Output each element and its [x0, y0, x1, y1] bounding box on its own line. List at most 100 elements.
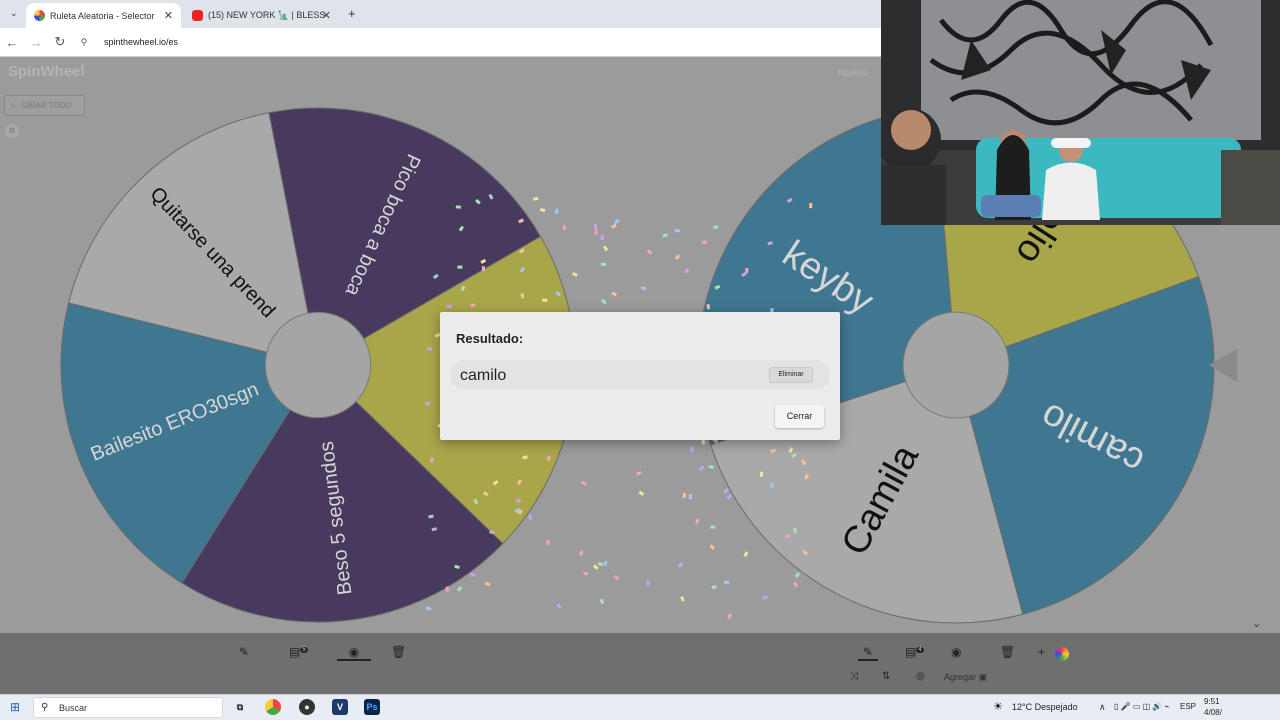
confetti-piece: [762, 595, 769, 600]
forward-icon[interactable]: →: [24, 35, 48, 50]
confetti-piece: [469, 572, 476, 578]
confetti-piece: [580, 480, 587, 486]
confetti-piece: [636, 470, 642, 476]
webcam-image: [881, 0, 1280, 225]
new-button[interactable]: Nuevo: [838, 68, 867, 79]
tab-ruleta[interactable]: Ruleta Aleatoria - Selector ✕: [26, 3, 181, 28]
edit-icon[interactable]: ✎: [239, 645, 249, 659]
confetti-piece: [455, 205, 462, 209]
confetti-piece: [594, 229, 598, 235]
language-indicator[interactable]: ESP: [1180, 702, 1196, 711]
result-dialog: Resultado: camilo Eliminar Cerrar: [440, 312, 840, 440]
confetti-piece: [760, 471, 764, 477]
search-input[interactable]: ⚲ Buscar: [33, 697, 223, 718]
target-icon[interactable]: ◎: [916, 671, 925, 682]
confetti-piece: [532, 197, 539, 201]
close-tab-icon[interactable]: ✕: [164, 9, 173, 22]
confetti-piece: [593, 223, 598, 229]
close-button[interactable]: Cerrar: [775, 405, 824, 428]
confetti-piece: [743, 551, 749, 557]
new-tab-button[interactable]: +: [348, 6, 356, 21]
youtube-icon: [192, 10, 203, 21]
confetti-piece: [723, 488, 729, 494]
confetti-piece: [484, 581, 491, 587]
wheel-center[interactable]: [902, 311, 1010, 419]
photoshop-icon[interactable]: Ps: [364, 699, 380, 715]
color-palette-icon[interactable]: [1055, 647, 1069, 661]
dialog-title: Resultado:: [456, 331, 524, 346]
hide-icon[interactable]: ◉: [951, 645, 961, 659]
vegas-icon[interactable]: V: [332, 699, 348, 715]
confetti-piece: [603, 560, 608, 567]
clock-time[interactable]: 9:51: [1204, 697, 1220, 706]
confetti-piece: [640, 286, 647, 291]
clipboard-icon[interactable]: ▤ 5: [289, 645, 308, 659]
confetti-piece: [561, 224, 567, 231]
result-row: camilo Eliminar: [450, 360, 830, 390]
clipboard-icon[interactable]: ▤ 4: [905, 645, 924, 659]
image-icon: ▣: [978, 672, 988, 682]
confetti-piece: [546, 540, 550, 546]
chevron-down-icon[interactable]: ⌄: [1252, 617, 1261, 630]
confetti-piece: [611, 291, 617, 297]
confetti-piece: [695, 518, 700, 525]
obs-icon[interactable]: ●: [299, 699, 315, 715]
add-icon[interactable]: +: [1038, 645, 1045, 659]
shuffle-icon[interactable]: ⤨: [850, 671, 858, 682]
weather-text[interactable]: 12°C Despejado: [1012, 702, 1078, 712]
confetti-piece: [602, 245, 609, 252]
delete-button[interactable]: Eliminar: [769, 367, 813, 383]
settings-icon[interactable]: ⚙: [5, 124, 19, 138]
confetti-piece: [684, 267, 690, 274]
task-view-icon[interactable]: ⧉: [232, 699, 248, 715]
sort-icon[interactable]: ⇅: [882, 671, 890, 682]
confetti-piece: [723, 580, 730, 585]
confetti-piece: [646, 580, 650, 586]
add-label: Agregar: [944, 672, 977, 682]
confetti-piece: [554, 208, 559, 215]
confetti-piece: [611, 223, 617, 229]
clock-date[interactable]: 4/08/: [1204, 708, 1222, 717]
confetti-piece: [571, 271, 578, 277]
windows-start-icon[interactable]: ⊞: [10, 700, 20, 714]
add-button[interactable]: Agregar ▣: [944, 669, 1004, 686]
weather-icon: ☀: [993, 701, 1003, 713]
tab-list-icon[interactable]: ⌄: [10, 8, 18, 19]
chrome-icon[interactable]: [265, 699, 281, 715]
confetti-piece: [456, 586, 463, 592]
url-field[interactable]: spinthewheel.io/es: [104, 37, 178, 47]
confetti-piece: [793, 581, 798, 588]
tab-youtube[interactable]: (15) NEW YORK 🗽 | BLESS ✕: [184, 3, 339, 28]
confetti-piece: [556, 603, 562, 610]
logo[interactable]: SpinWheel: [8, 63, 85, 80]
confetti-piece: [592, 564, 599, 570]
back-icon[interactable]: ←: [0, 35, 24, 50]
confetti-piece: [638, 490, 645, 496]
confetti-piece: [682, 492, 686, 499]
search-placeholder: Buscar: [59, 703, 88, 713]
edit-icon[interactable]: ✎: [858, 645, 878, 661]
confetti-piece: [613, 218, 620, 225]
result-name: camilo: [460, 367, 507, 384]
confetti-piece: [457, 265, 463, 269]
confetti-piece: [601, 298, 607, 305]
count-badge: 4: [916, 647, 924, 653]
tray-chevron-icon[interactable]: ∧: [1099, 702, 1106, 713]
confetti-piece: [712, 225, 719, 230]
confetti-piece: [726, 494, 733, 500]
site-info-icon[interactable]: ⚲: [72, 37, 96, 48]
trash-icon[interactable]: 🗑: [1000, 645, 1015, 659]
spin-all-label: GIRAR TODO: [21, 101, 72, 110]
confetti-piece: [711, 585, 717, 590]
spin-all-button[interactable]: ▷ GIRAR TODO: [4, 95, 85, 116]
play-icon: ▷: [11, 101, 18, 110]
reload-icon[interactable]: ↻: [48, 34, 72, 50]
hide-icon[interactable]: ◉: [337, 645, 371, 661]
tray-icons[interactable]: ▯ 🎤 ▭ ◫ 🔊 ⌁: [1114, 702, 1169, 711]
wheel-favicon-icon: [34, 10, 45, 21]
confetti-piece: [701, 240, 708, 245]
trash-icon[interactable]: 🗑: [391, 645, 406, 659]
wheel-center[interactable]: [264, 311, 372, 419]
close-tab-icon[interactable]: ✕: [322, 9, 331, 22]
confetti-piece: [688, 494, 693, 500]
